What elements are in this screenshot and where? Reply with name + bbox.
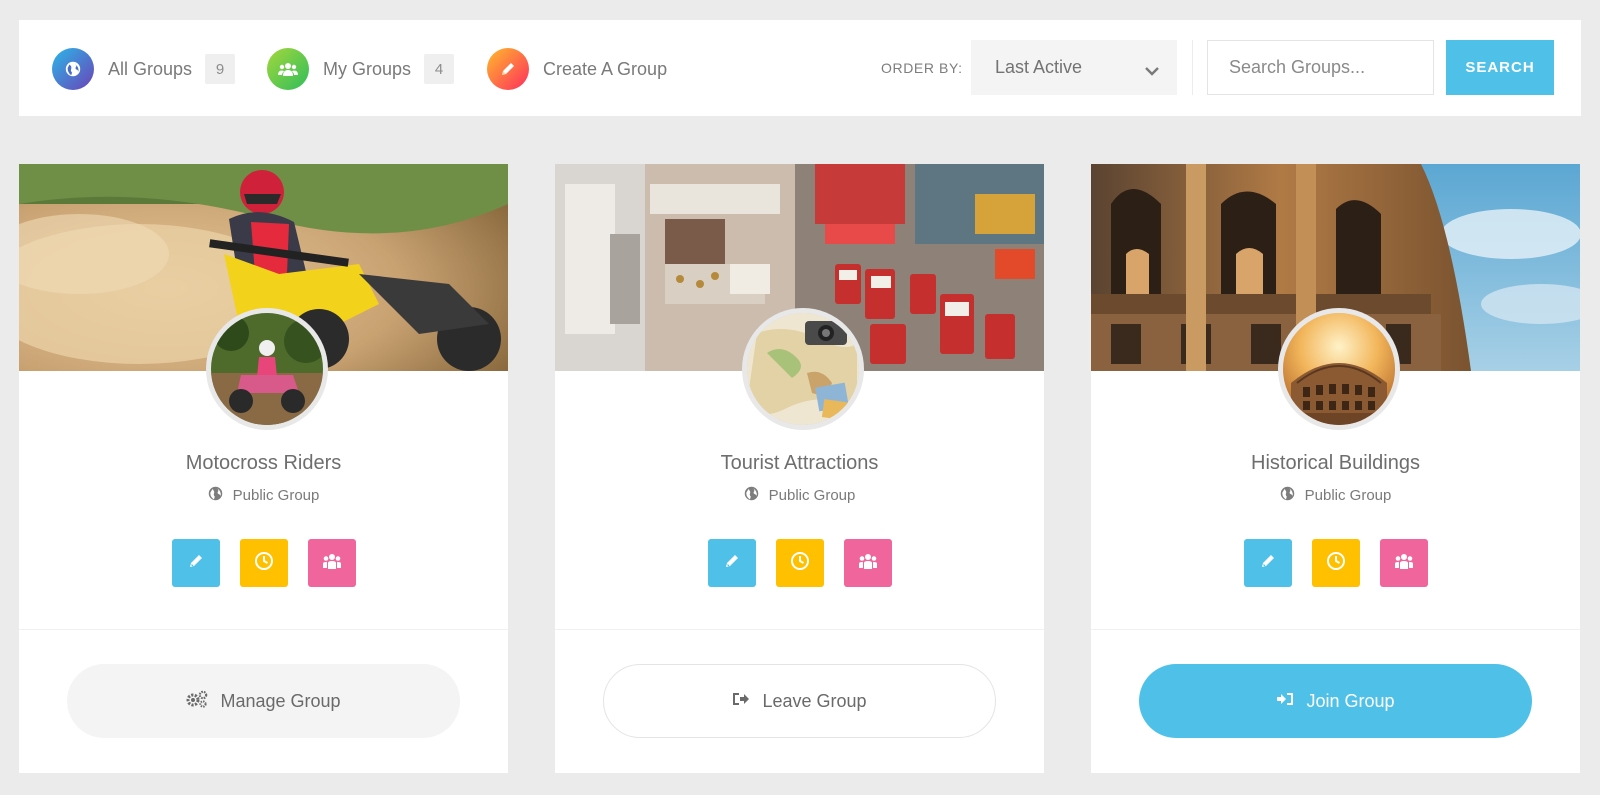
tab-my-groups[interactable]: My Groups 4 [267, 48, 455, 90]
group-actions [708, 539, 892, 587]
button-label: Manage Group [220, 690, 341, 711]
manage-group-button[interactable]: Manage Group [67, 664, 460, 738]
globe-icon [744, 486, 759, 505]
clock-icon [1326, 551, 1346, 576]
divider [1192, 40, 1193, 95]
tab-create-group[interactable]: Create A Group [487, 48, 667, 90]
tab-all-groups[interactable]: All Groups 9 [52, 48, 236, 90]
group-avatar[interactable] [1278, 308, 1400, 430]
search-button[interactable]: SEARCH [1446, 40, 1554, 95]
button-label: Leave Group [762, 690, 867, 711]
group-name[interactable]: Tourist Attractions [555, 452, 1044, 475]
members-button[interactable] [308, 539, 356, 587]
groups-toolbar: All Groups 9 My Groups 4 Create A Group … [19, 20, 1581, 116]
tab-label: Create A Group [543, 58, 668, 79]
globe-icon [208, 486, 223, 505]
group-card: Historical Buildings Public Group Join G… [1091, 164, 1580, 773]
group-card: Motocross Riders Public Group Manage Gro… [19, 164, 508, 773]
edit-button[interactable] [1244, 539, 1292, 587]
button-label: Join Group [1306, 690, 1395, 711]
group-actions [1244, 539, 1428, 587]
members-button[interactable] [844, 539, 892, 587]
globe-icon [52, 48, 94, 90]
group-avatar[interactable] [206, 308, 328, 430]
activity-button[interactable] [240, 539, 288, 587]
users-icon [1394, 552, 1414, 575]
search-input[interactable] [1207, 40, 1434, 95]
users-icon [858, 552, 878, 575]
divider [19, 629, 508, 630]
order-by-select[interactable]: Last Active [971, 40, 1177, 95]
pencil-icon [187, 552, 205, 575]
chevron-down-icon [1145, 60, 1159, 81]
globe-icon [1280, 486, 1295, 505]
pencil-icon [723, 552, 741, 575]
activity-button[interactable] [776, 539, 824, 587]
group-name[interactable]: Motocross Riders [19, 452, 508, 475]
group-name[interactable]: Historical Buildings [1091, 452, 1580, 475]
edit-button[interactable] [172, 539, 220, 587]
tab-label: All Groups [108, 58, 193, 79]
privacy-label: Public Group [1304, 487, 1392, 504]
group-actions [172, 539, 356, 587]
users-icon [267, 48, 309, 90]
leave-group-button[interactable]: Leave Group [603, 664, 996, 738]
tab-label: My Groups [323, 58, 412, 79]
privacy-label: Public Group [232, 487, 320, 504]
order-by-value: Last Active [995, 57, 1083, 77]
order-by-label: ORDER BY: [881, 60, 963, 76]
edit-button[interactable] [708, 539, 756, 587]
divider [1091, 629, 1580, 630]
tab-count-badge: 4 [424, 54, 455, 84]
privacy-label: Public Group [768, 487, 856, 504]
pencil-icon [1259, 552, 1277, 575]
divider [555, 629, 1044, 630]
clock-icon [790, 551, 810, 576]
pencil-icon [487, 48, 529, 90]
group-privacy: Public Group [19, 486, 508, 505]
group-privacy: Public Group [1091, 486, 1580, 505]
join-group-button[interactable]: Join Group [1139, 664, 1532, 738]
gears-icon [186, 690, 208, 713]
sign-out-icon [732, 691, 750, 712]
sign-in-icon [1276, 691, 1294, 712]
clock-icon [254, 551, 274, 576]
members-button[interactable] [1380, 539, 1428, 587]
users-icon [322, 552, 342, 575]
group-avatar[interactable] [742, 308, 864, 430]
tab-count-badge: 9 [205, 54, 236, 84]
activity-button[interactable] [1312, 539, 1360, 587]
group-privacy: Public Group [555, 486, 1044, 505]
group-card: Tourist Attractions Public Group Leave G… [555, 164, 1044, 773]
